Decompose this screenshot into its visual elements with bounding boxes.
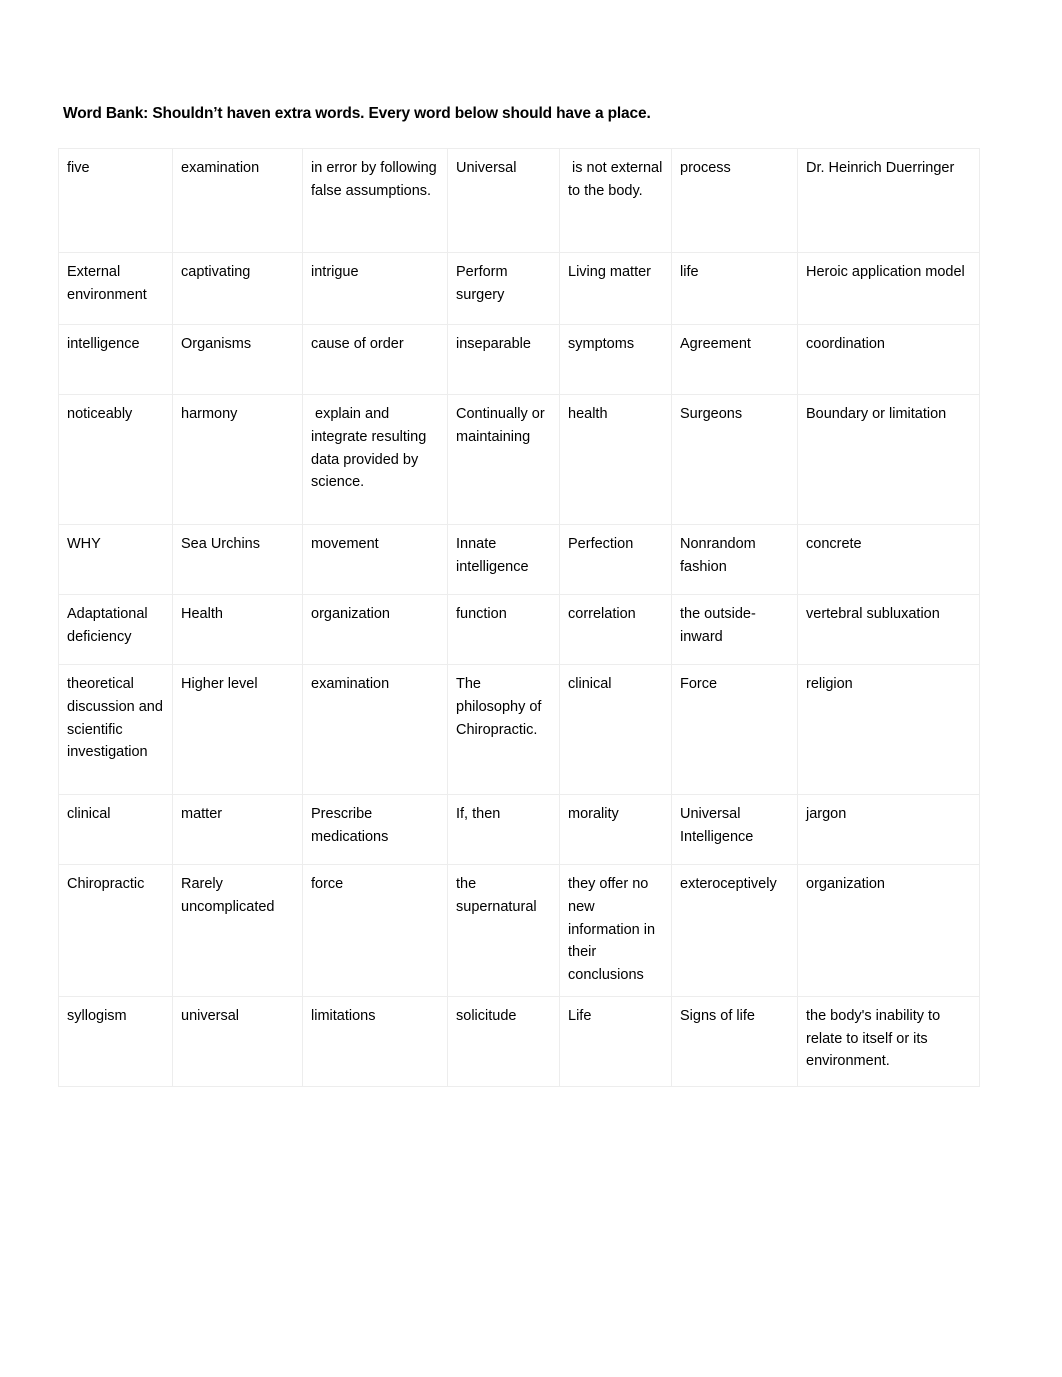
word-cell: Innate intelligence bbox=[447, 524, 560, 595]
word-cell: Higher level bbox=[172, 664, 303, 795]
word-cell: WHY bbox=[58, 524, 173, 595]
word-cell: in error by following false assumptions. bbox=[302, 148, 448, 253]
word-cell: If, then bbox=[447, 794, 560, 865]
word-cell: Adaptational deficiency bbox=[58, 594, 173, 665]
table-row: theoretical discussion and scientific in… bbox=[58, 664, 980, 795]
word-cell: they offer no new information in their c… bbox=[559, 864, 672, 997]
word-cell: five bbox=[58, 148, 173, 253]
word-cell: life bbox=[671, 252, 798, 325]
word-cell: concrete bbox=[797, 524, 980, 595]
word-cell: jargon bbox=[797, 794, 980, 865]
table-row: Chiropractic Rarely uncomplicated force … bbox=[58, 864, 980, 997]
word-cell: function bbox=[447, 594, 560, 665]
word-cell: intelligence bbox=[58, 324, 173, 395]
word-cell: examination bbox=[172, 148, 303, 253]
word-cell: Universal Intelligence bbox=[671, 794, 798, 865]
word-cell: examination bbox=[302, 664, 448, 795]
word-cell: noticeably bbox=[58, 394, 173, 525]
table-row: intelligence Organisms cause of order in… bbox=[58, 324, 980, 395]
word-cell: the outside-inward bbox=[671, 594, 798, 665]
word-cell: inseparable bbox=[447, 324, 560, 395]
table-row: noticeably harmony explain and integrate… bbox=[58, 394, 980, 525]
word-cell: vertebral subluxation bbox=[797, 594, 980, 665]
table-row: External environment captivating intrigu… bbox=[58, 252, 980, 325]
word-cell: matter bbox=[172, 794, 303, 865]
word-cell: harmony bbox=[172, 394, 303, 525]
word-cell: process bbox=[671, 148, 798, 253]
word-cell: Continually or maintaining bbox=[447, 394, 560, 525]
word-cell: Chiropractic bbox=[58, 864, 173, 997]
word-cell: symptoms bbox=[559, 324, 672, 395]
word-cell: Rarely uncomplicated bbox=[172, 864, 303, 997]
word-cell: universal bbox=[172, 995, 303, 1087]
word-cell: syllogism bbox=[58, 995, 173, 1087]
word-cell: Heroic application model bbox=[797, 252, 980, 325]
word-bank-container: five examination in error by following f… bbox=[58, 148, 980, 1087]
word-cell: Agreement bbox=[671, 324, 798, 395]
word-cell: morality bbox=[559, 794, 672, 865]
word-cell: Perform surgery bbox=[447, 252, 560, 325]
word-cell: is not external to the body. bbox=[559, 148, 672, 253]
word-cell: clinical bbox=[559, 664, 672, 795]
word-cell: External environment bbox=[58, 252, 173, 325]
word-cell: exteroceptively bbox=[671, 864, 798, 997]
page-title: Word Bank: Shouldn’t haven extra words. … bbox=[63, 105, 651, 122]
word-cell: theoretical discussion and scientific in… bbox=[58, 664, 173, 795]
word-cell: Health bbox=[172, 594, 303, 665]
word-cell: intrigue bbox=[302, 252, 448, 325]
word-bank-table: five examination in error by following f… bbox=[58, 148, 980, 1087]
word-cell: Life bbox=[559, 995, 672, 1087]
table-row: five examination in error by following f… bbox=[58, 148, 980, 253]
word-cell: Perfection bbox=[559, 524, 672, 595]
word-cell: cause of order bbox=[302, 324, 448, 395]
word-cell: Surgeons bbox=[671, 394, 798, 525]
word-cell: organization bbox=[797, 864, 980, 997]
word-cell: Living matter bbox=[559, 252, 672, 325]
word-cell: Dr. Heinrich Duerringer bbox=[797, 148, 980, 253]
table-row: WHY Sea Urchins movement Innate intellig… bbox=[58, 524, 980, 595]
word-cell: explain and integrate resulting data pro… bbox=[302, 394, 448, 525]
document-page: Word Bank: Shouldn’t haven extra words. … bbox=[0, 0, 1062, 1377]
word-cell: correlation bbox=[559, 594, 672, 665]
word-cell: The philosophy of Chiropractic. bbox=[447, 664, 560, 795]
word-cell: solicitude bbox=[447, 995, 560, 1087]
table-row: syllogism universal limitations solicitu… bbox=[58, 995, 980, 1087]
word-cell: Signs of life bbox=[671, 995, 798, 1087]
word-cell: force bbox=[302, 864, 448, 997]
word-cell: Nonrandom fashion bbox=[671, 524, 798, 595]
word-cell: religion bbox=[797, 664, 980, 795]
word-cell: coordination bbox=[797, 324, 980, 395]
word-cell: clinical bbox=[58, 794, 173, 865]
table-row: clinical matter Prescribe medications If… bbox=[58, 794, 980, 865]
word-cell: organization bbox=[302, 594, 448, 665]
table-row: Adaptational deficiency Health organizat… bbox=[58, 594, 980, 665]
word-cell: movement bbox=[302, 524, 448, 595]
word-cell: Force bbox=[671, 664, 798, 795]
word-cell: Organisms bbox=[172, 324, 303, 395]
word-cell: health bbox=[559, 394, 672, 525]
word-cell: Prescribe medications bbox=[302, 794, 448, 865]
word-cell: Sea Urchins bbox=[172, 524, 303, 595]
word-cell: the body's inability to relate to itself… bbox=[797, 995, 980, 1087]
word-cell: limitations bbox=[302, 995, 448, 1087]
word-bank-body: five examination in error by following f… bbox=[58, 148, 980, 1087]
word-cell: captivating bbox=[172, 252, 303, 325]
word-cell: the supernatural bbox=[447, 864, 560, 997]
word-cell: Universal bbox=[447, 148, 560, 253]
word-cell: Boundary or limitation bbox=[797, 394, 980, 525]
